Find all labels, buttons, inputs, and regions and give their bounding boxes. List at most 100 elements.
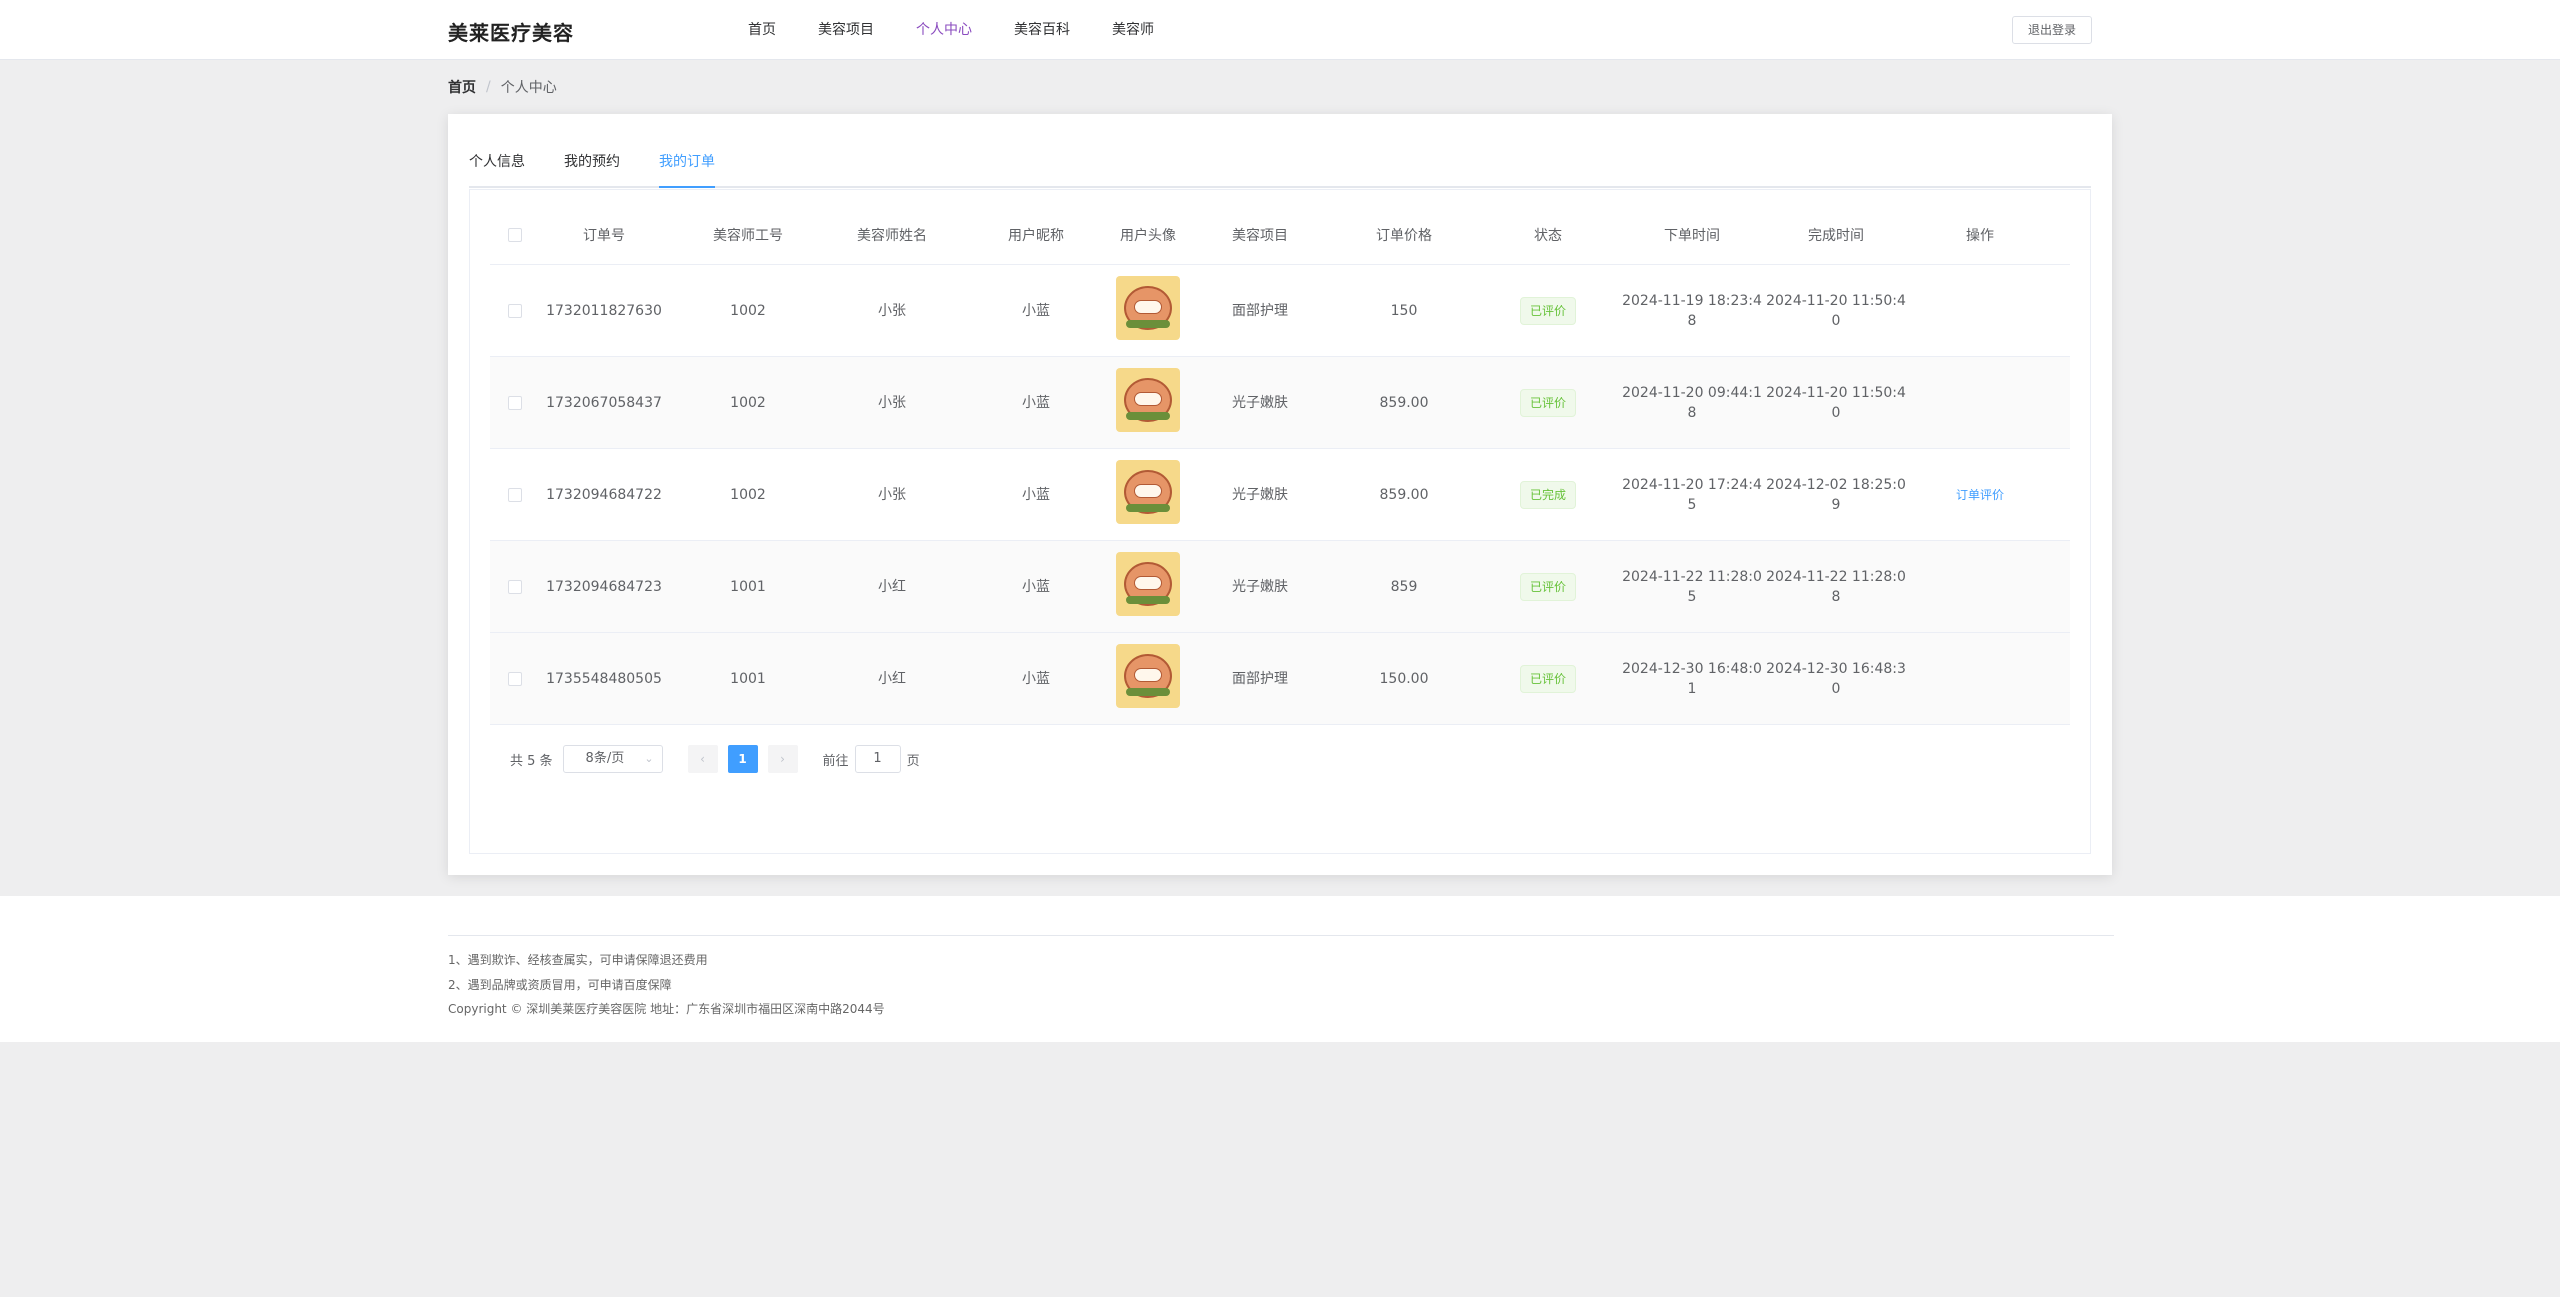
page-size-select[interactable]: 8条/页 ⌄ xyxy=(562,745,663,773)
status-badge: 已完成 xyxy=(1519,480,1576,509)
beautician-name: 小张 xyxy=(878,486,906,503)
finish-time: 2024-11-22 11:28:0 8 xyxy=(1766,568,1906,605)
project-name: 面部护理 xyxy=(1232,670,1288,687)
next-page-button[interactable]: › xyxy=(767,745,798,773)
table-row: 1732094684722 1002 小张 小蓝 光子嫩肤 859.00 已完成… xyxy=(490,449,2070,541)
nav-item-encyclopedia[interactable]: 美容百科 xyxy=(1014,0,1070,60)
table-header: 订单号 美容师工号 美容师姓名 用户昵称 用户头像 美容项目 订单价格 状态 下… xyxy=(490,205,2070,265)
user-avatar[interactable] xyxy=(1116,367,1180,432)
goto-page: 前往 1 页 xyxy=(823,745,920,773)
project-name: 光子嫩肤 xyxy=(1232,486,1288,503)
header-avatar: 用户头像 xyxy=(1120,227,1176,244)
header-action: 操作 xyxy=(1966,227,1994,244)
main-card: 个人信息 我的预约 我的订单 订单号 美容师工号 美容师姓名 用户昵称 用户头像… xyxy=(448,114,2112,875)
header-project: 美容项目 xyxy=(1232,227,1288,244)
user-nickname: 小蓝 xyxy=(1022,486,1050,503)
project-name: 光子嫩肤 xyxy=(1232,394,1288,411)
row-checkbox[interactable] xyxy=(508,395,522,410)
tab-personal-info[interactable]: 个人信息 xyxy=(469,142,525,182)
goto-page-input[interactable]: 1 xyxy=(854,745,901,773)
table-row: 1732011827630 1002 小张 小蓝 面部护理 150 已评价 20… xyxy=(490,265,2070,357)
orders-table: 订单号 美容师工号 美容师姓名 用户昵称 用户头像 美容项目 订单价格 状态 下… xyxy=(490,205,2070,725)
finish-time: 2024-11-20 11:50:4 0 xyxy=(1766,292,1906,329)
user-nickname: 小蓝 xyxy=(1022,394,1050,411)
finish-time: 2024-12-30 16:48:3 0 xyxy=(1766,660,1906,697)
project-name: 光子嫩肤 xyxy=(1232,578,1288,595)
beautician-id: 1002 xyxy=(730,394,766,411)
main-nav: 首页 美容项目 个人中心 美容百科 美容师 xyxy=(748,0,1196,60)
header-beautician-name: 美容师姓名 xyxy=(857,227,927,244)
row-checkbox[interactable] xyxy=(508,303,522,318)
footer: 1、遇到欺诈、经核查属实，可申请保障退还费用 2、遇到品牌或资质冒用，可申请百度… xyxy=(0,896,2560,1042)
status-badge: 已评价 xyxy=(1519,664,1576,693)
page-unit-label: 页 xyxy=(906,753,920,769)
breadcrumb-current: 个人中心 xyxy=(500,80,557,96)
header-order-no: 订单号 xyxy=(583,227,625,244)
order-time: 2024-11-20 09:44:1 8 xyxy=(1622,384,1762,421)
beautician-id: 1002 xyxy=(730,302,766,319)
row-checkbox[interactable] xyxy=(508,671,522,686)
footer-notice-1: 1、遇到欺诈、经核查属实，可申请保障退还费用 xyxy=(448,953,708,967)
beautician-name: 小张 xyxy=(878,302,906,319)
breadcrumb-home[interactable]: 首页 xyxy=(448,77,476,97)
user-nickname: 小蓝 xyxy=(1022,302,1050,319)
user-avatar[interactable] xyxy=(1116,275,1180,340)
table-row: 1732067058437 1002 小张 小蓝 光子嫩肤 859.00 已评价… xyxy=(490,357,2070,449)
tab-bar: 个人信息 我的预约 我的订单 xyxy=(469,142,2091,188)
finish-time: 2024-11-20 11:50:4 0 xyxy=(1766,384,1906,421)
order-price: 150.00 xyxy=(1379,670,1429,687)
tab-my-orders[interactable]: 我的订单 xyxy=(659,142,715,188)
order-time: 2024-11-19 18:23:4 8 xyxy=(1622,292,1762,329)
order-no: 1735548480505 xyxy=(546,670,662,687)
order-price: 859.00 xyxy=(1379,486,1429,503)
top-navbar: 美莱医疗美容 首页 美容项目 个人中心 美容百科 美容师 退出登录 xyxy=(0,0,2560,60)
user-nickname: 小蓝 xyxy=(1022,578,1050,595)
order-time: 2024-12-30 16:48:0 1 xyxy=(1622,660,1762,697)
nav-item-home[interactable]: 首页 xyxy=(748,0,776,60)
brand-logo[interactable]: 美莱医疗美容 xyxy=(448,17,574,46)
project-name: 面部护理 xyxy=(1232,302,1288,319)
nav-item-beauticians[interactable]: 美容师 xyxy=(1112,0,1154,60)
prev-page-button[interactable]: ‹ xyxy=(687,745,718,773)
order-price: 150 xyxy=(1390,302,1418,319)
goto-label: 前往 xyxy=(822,753,849,769)
order-no: 1732067058437 xyxy=(546,394,662,411)
user-avatar[interactable] xyxy=(1116,551,1180,616)
header-status: 状态 xyxy=(1534,227,1562,244)
header-finish-time: 完成时间 xyxy=(1808,227,1864,244)
beautician-id: 1001 xyxy=(730,670,766,687)
order-no: 1732094684722 xyxy=(546,486,662,503)
page-number-button[interactable]: 1 xyxy=(727,745,758,773)
review-order-link[interactable]: 订单评价 xyxy=(1956,488,2004,502)
status-badge: 已评价 xyxy=(1519,572,1576,601)
table-row: 1732094684723 1001 小红 小蓝 光子嫩肤 859 已评价 20… xyxy=(490,541,2070,633)
order-no: 1732011827630 xyxy=(546,302,662,319)
beautician-name: 小红 xyxy=(878,578,906,595)
header-order-time: 下单时间 xyxy=(1664,227,1720,244)
beautician-id: 1001 xyxy=(730,578,766,595)
nav-item-personal-center[interactable]: 个人中心 xyxy=(916,0,972,60)
header-nickname: 用户昵称 xyxy=(1008,227,1064,244)
nav-item-projects[interactable]: 美容项目 xyxy=(818,0,874,60)
beautician-name: 小红 xyxy=(878,670,906,687)
select-all-checkbox[interactable] xyxy=(508,227,522,242)
beautician-id: 1002 xyxy=(730,486,766,503)
pagination: 共 5 条 8条/页 ⌄ ‹ 1 › 前往 1 页 xyxy=(510,745,920,773)
footer-divider xyxy=(448,935,2114,936)
orders-panel: 订单号 美容师工号 美容师姓名 用户昵称 用户头像 美容项目 订单价格 状态 下… xyxy=(469,189,2091,854)
user-avatar[interactable] xyxy=(1116,643,1180,708)
finish-time: 2024-12-02 18:25:0 9 xyxy=(1766,476,1906,513)
row-checkbox[interactable] xyxy=(508,487,522,502)
user-avatar[interactable] xyxy=(1116,459,1180,524)
order-no: 1732094684723 xyxy=(546,578,662,595)
header-price: 订单价格 xyxy=(1376,227,1432,244)
logout-button[interactable]: 退出登录 xyxy=(2012,16,2092,44)
header-beautician-id: 美容师工号 xyxy=(713,227,783,244)
breadcrumb: 首页 / 个人中心 xyxy=(448,77,557,97)
order-time: 2024-11-20 17:24:4 5 xyxy=(1622,476,1762,513)
status-badge: 已评价 xyxy=(1519,388,1576,417)
row-checkbox[interactable] xyxy=(508,579,522,594)
tab-my-appointments[interactable]: 我的预约 xyxy=(564,142,620,182)
status-badge: 已评价 xyxy=(1519,296,1576,325)
total-count: 共 5 条 xyxy=(510,753,553,769)
